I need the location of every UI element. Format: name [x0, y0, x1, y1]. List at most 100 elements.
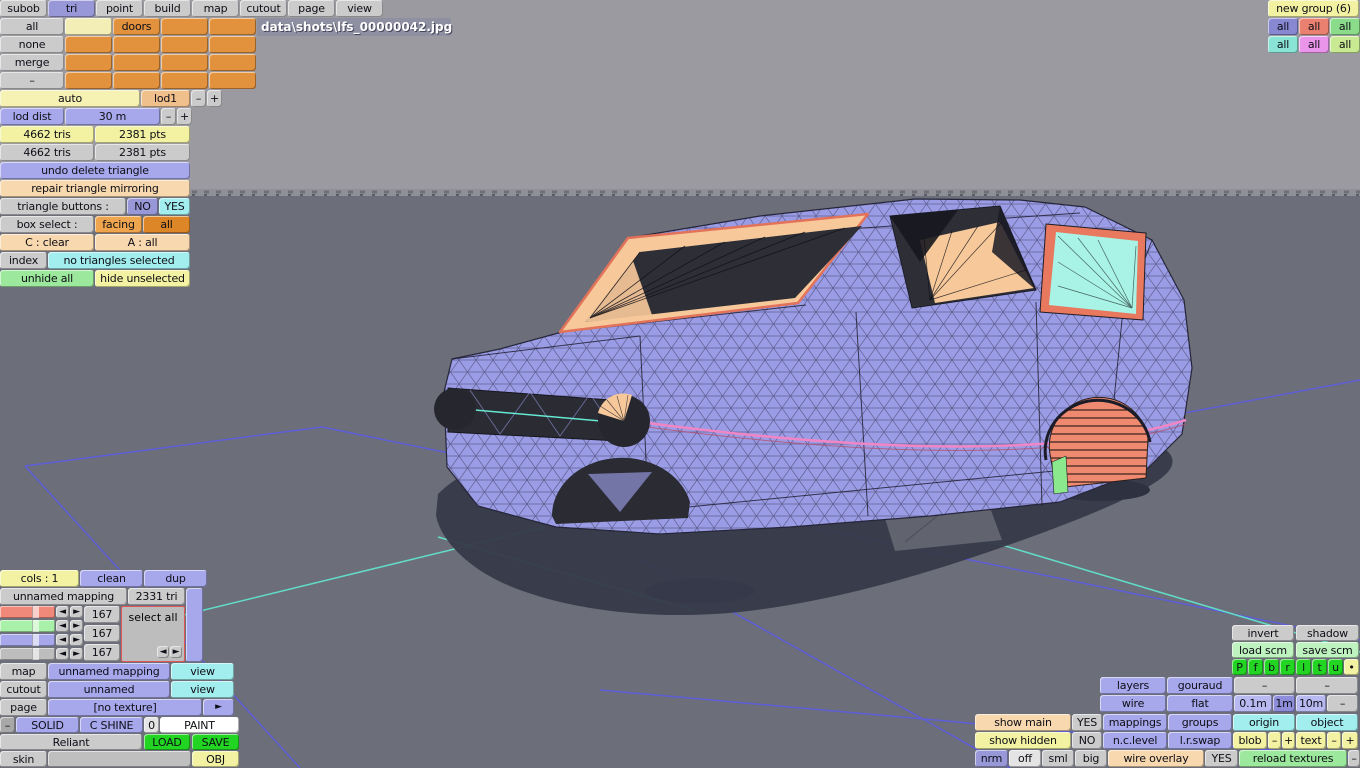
skin-value[interactable]	[48, 751, 191, 767]
tab-build[interactable]: build	[144, 0, 191, 17]
tab-view[interactable]: view	[336, 0, 383, 17]
subob-cell[interactable]	[113, 54, 160, 71]
dup-button[interactable]: dup	[144, 570, 207, 587]
lod-current-button[interactable]: lod1	[141, 90, 190, 107]
material-minus-button[interactable]: –	[0, 717, 15, 733]
nrm-button[interactable]: nrm	[975, 750, 1008, 767]
group-all-purple[interactable]: all	[1268, 18, 1298, 35]
triangle-buttons-yes[interactable]: YES	[159, 198, 190, 215]
view-preset-right[interactable]: r	[1280, 659, 1295, 675]
model-name[interactable]: Reliant	[0, 734, 142, 750]
text-button[interactable]: text	[1296, 732, 1326, 749]
subob-cell[interactable]	[209, 36, 256, 53]
dash-button-1[interactable]: –	[1234, 677, 1295, 694]
wire-overlay-toggle[interactable]: YES	[1205, 750, 1238, 767]
red-decrement-arrow[interactable]: ◄	[56, 606, 69, 618]
nrm-big-button[interactable]: big	[1075, 750, 1107, 767]
subob-cell[interactable]	[65, 54, 112, 71]
subob-cell-doors[interactable]: doors	[113, 18, 160, 35]
dash-button-3[interactable]: –	[1327, 695, 1358, 712]
tab-cutout[interactable]: cutout	[240, 0, 287, 17]
hide-unselected-button[interactable]: hide unselected	[95, 270, 190, 287]
layers-button[interactable]: layers	[1100, 677, 1166, 694]
material-paint-button[interactable]: PAINT	[160, 717, 239, 733]
lod-auto-button[interactable]: auto	[0, 90, 140, 107]
tab-tri[interactable]: tri	[48, 0, 95, 17]
subob-cell[interactable]	[65, 36, 112, 53]
obj-button[interactable]: OBJ	[192, 751, 239, 767]
nrm-sml-button[interactable]: sml	[1042, 750, 1074, 767]
page-next-arrow[interactable]: ►	[203, 699, 234, 716]
cutout-view-button[interactable]: view	[171, 681, 234, 698]
subob-cell[interactable]	[65, 72, 112, 89]
view-preset-under[interactable]: u	[1328, 659, 1343, 675]
subob-cell[interactable]	[113, 36, 160, 53]
map-value[interactable]: unnamed mapping	[48, 663, 170, 680]
slider-handle[interactable]	[31, 620, 39, 632]
lod-dist-value[interactable]: 30 m	[65, 108, 160, 125]
blue-decrement-arrow[interactable]: ◄	[56, 634, 69, 646]
cols-button[interactable]: cols : 1	[0, 570, 79, 587]
color-slider-red[interactable]	[0, 606, 55, 618]
clean-button[interactable]: clean	[80, 570, 143, 587]
repair-triangle-mirroring-button[interactable]: repair triangle mirroring	[0, 180, 190, 197]
page-value[interactable]: [no texture]	[48, 699, 202, 716]
color-slider-blue[interactable]	[0, 634, 55, 646]
view-preset-perspective[interactable]: P	[1232, 659, 1247, 675]
object-button[interactable]: object	[1296, 714, 1358, 731]
groups-button[interactable]: groups	[1168, 714, 1232, 731]
subob-all-button[interactable]: all	[0, 18, 64, 35]
invert-button[interactable]: invert	[1232, 625, 1294, 641]
grid-1m-button[interactable]: 1m	[1273, 695, 1295, 712]
material-solid-button[interactable]: SOLID	[16, 717, 79, 733]
view-preset-front[interactable]: f	[1248, 659, 1263, 675]
triangle-buttons-no[interactable]: NO	[127, 198, 158, 215]
new-group-button[interactable]: new group (6)	[1268, 0, 1359, 17]
blob-button[interactable]: blob	[1233, 732, 1267, 749]
grid-10m-button[interactable]: 10m	[1296, 695, 1326, 712]
color-slider-grey[interactable]	[0, 648, 55, 660]
group-all-pink[interactable]: all	[1299, 36, 1329, 53]
subob-cell[interactable]	[161, 54, 208, 71]
view-preset-top[interactable]: t	[1312, 659, 1327, 675]
grid-01m-button[interactable]: 0.1m	[1234, 695, 1272, 712]
save-scm-button[interactable]: save scm	[1296, 642, 1359, 658]
mappings-button[interactable]: mappings	[1103, 714, 1167, 731]
subob-none-button[interactable]: none	[0, 36, 64, 53]
tab-subob[interactable]: subob	[0, 0, 47, 17]
mapping-scrollbar[interactable]	[186, 588, 203, 662]
gouraud-button[interactable]: gouraud	[1167, 677, 1233, 694]
subob-cell[interactable]	[161, 72, 208, 89]
subob-cell[interactable]	[113, 72, 160, 89]
tab-map[interactable]: map	[192, 0, 239, 17]
select-all-triangles-button[interactable]: A : all	[95, 234, 190, 251]
dash-button-2[interactable]: –	[1296, 677, 1358, 694]
map-view-button[interactable]: view	[171, 663, 234, 680]
subob-cell[interactable]	[161, 18, 208, 35]
viewport-3d[interactable]	[0, 0, 1360, 768]
text-minus-button[interactable]: –	[1327, 732, 1341, 749]
view-preset-dot[interactable]: •	[1344, 659, 1359, 675]
slider-handle[interactable]	[31, 648, 39, 660]
shadow-button[interactable]: shadow	[1296, 625, 1359, 641]
red-increment-arrow[interactable]: ►	[70, 606, 83, 618]
blob-minus-button[interactable]: –	[1268, 732, 1281, 749]
group-all-salmon[interactable]: all	[1299, 18, 1329, 35]
select-all-prev-arrow[interactable]: ◄	[157, 646, 169, 658]
green-increment-arrow[interactable]: ►	[70, 620, 83, 632]
group-all-palegreen[interactable]: all	[1330, 36, 1360, 53]
tab-point[interactable]: point	[96, 0, 143, 17]
blue-increment-arrow[interactable]: ►	[70, 634, 83, 646]
box-select-facing[interactable]: facing	[95, 216, 142, 233]
mapping-name[interactable]: unnamed mapping	[0, 588, 127, 605]
green-decrement-arrow[interactable]: ◄	[56, 620, 69, 632]
wire-button[interactable]: wire	[1100, 695, 1166, 712]
origin-button[interactable]: origin	[1233, 714, 1295, 731]
unhide-all-button[interactable]: unhide all	[0, 270, 94, 287]
box-select-all[interactable]: all	[143, 216, 190, 233]
show-main-toggle[interactable]: YES	[1072, 714, 1102, 731]
slider-handle[interactable]	[31, 634, 39, 646]
select-all-next-arrow[interactable]: ►	[170, 646, 182, 658]
text-plus-button[interactable]: +	[1342, 732, 1358, 749]
subob-cell[interactable]	[209, 54, 256, 71]
